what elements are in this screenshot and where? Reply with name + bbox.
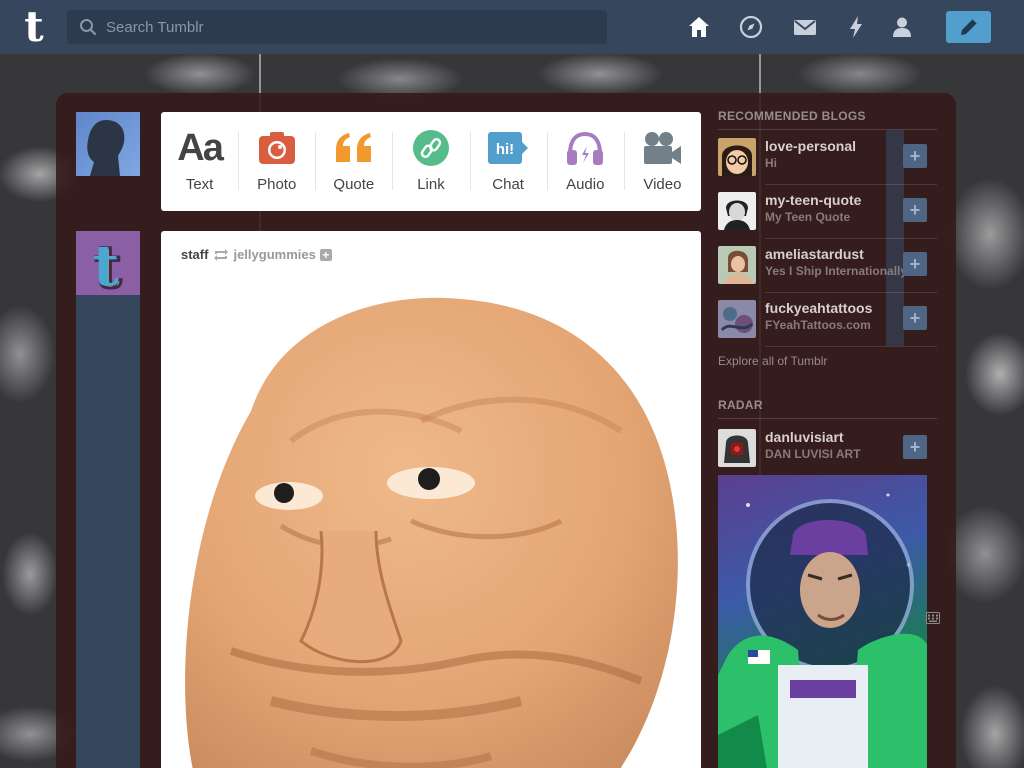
staff-avatar[interactable]: t t bbox=[76, 231, 140, 295]
recommended-blogs-title: RECOMMENDED BLOGS bbox=[718, 109, 866, 123]
post-type-label: Audio bbox=[566, 176, 605, 193]
post-type-label: Video bbox=[643, 176, 682, 193]
search-box[interactable] bbox=[67, 10, 607, 44]
blog-name[interactable]: fuckyeahtattoos bbox=[765, 300, 872, 316]
post-photo[interactable] bbox=[161, 281, 701, 768]
follow-button[interactable]: + bbox=[903, 198, 927, 222]
blog-avatar-image bbox=[718, 192, 756, 230]
blog-avatar-image bbox=[718, 246, 756, 284]
video-camera-icon bbox=[644, 132, 682, 164]
radar-post-image[interactable] bbox=[718, 475, 927, 768]
blog-avatar-image bbox=[718, 300, 756, 338]
follow-button[interactable]: + bbox=[903, 252, 927, 276]
post-type-label: Link bbox=[417, 176, 445, 193]
post-type-link[interactable]: Link bbox=[392, 112, 469, 211]
blog-avatar[interactable] bbox=[718, 192, 756, 230]
tumblr-t-icon: t t bbox=[93, 232, 123, 296]
blog-avatar[interactable] bbox=[718, 138, 756, 176]
blog-description: Yes I Ship Internationally bbox=[765, 264, 905, 278]
post-type-label: Quote bbox=[333, 176, 375, 193]
blog-avatar[interactable] bbox=[718, 429, 756, 467]
post-type-label: Text bbox=[185, 176, 214, 193]
svg-text:t: t bbox=[93, 233, 119, 295]
follow-button[interactable]: + bbox=[903, 306, 927, 330]
astronaut-artwork bbox=[718, 493, 927, 768]
pencil-icon bbox=[960, 18, 977, 35]
blog-description: FYeahTattoos.com bbox=[765, 318, 871, 332]
camera-icon bbox=[258, 132, 295, 164]
post-type-quote[interactable]: Quote bbox=[315, 112, 392, 211]
blog-name[interactable]: danluvisiart bbox=[765, 429, 844, 445]
headphones-icon bbox=[567, 131, 604, 165]
post-type-audio[interactable]: Audio bbox=[546, 112, 624, 211]
explore-link[interactable]: Explore all of Tumblr bbox=[718, 354, 827, 368]
blog-avatar-image bbox=[718, 429, 756, 467]
blog-name[interactable]: my-teen-quote bbox=[765, 192, 861, 208]
post-type-photo[interactable]: Photo bbox=[238, 112, 315, 211]
post-type-chat[interactable]: hi! Chat bbox=[469, 112, 547, 211]
radar-title: RADAR bbox=[718, 398, 763, 412]
recommended-blog-row[interactable]: fuckyeahtattoos FYeahTattoos.com + bbox=[718, 292, 937, 346]
blog-description: Hi bbox=[765, 156, 777, 170]
post-avatar-stem bbox=[76, 295, 140, 768]
keyboard-shortcuts-icon[interactable] bbox=[926, 612, 940, 624]
text-icon: Aa bbox=[177, 127, 224, 169]
account-icon[interactable] bbox=[889, 14, 915, 40]
recommended-blog-row[interactable]: ameliastardust Yes I Ship Internationall… bbox=[718, 238, 937, 292]
recommended-blog-row[interactable]: love-personal Hi + bbox=[718, 130, 937, 184]
follow-button[interactable]: + bbox=[903, 144, 927, 168]
default-avatar-silhouette bbox=[87, 120, 125, 176]
top-bar: t bbox=[0, 0, 1024, 54]
search-input[interactable] bbox=[106, 18, 586, 36]
post-type-label: Photo bbox=[257, 176, 297, 193]
radar-blog-row[interactable]: danluvisiart DAN LUVISI ART + bbox=[718, 421, 937, 475]
chat-icon: hi! bbox=[488, 132, 529, 164]
compose-button[interactable] bbox=[946, 11, 991, 43]
post-type-video[interactable]: Video bbox=[623, 112, 701, 211]
activity-icon[interactable] bbox=[843, 14, 869, 40]
post-type-label: Chat bbox=[492, 176, 524, 193]
row-divider bbox=[765, 346, 937, 347]
quote-icon bbox=[335, 133, 371, 162]
tumblr-logo[interactable]: t bbox=[14, 6, 54, 48]
user-avatar[interactable] bbox=[76, 112, 140, 176]
blog-name[interactable]: love-personal bbox=[765, 138, 856, 154]
post-source-link[interactable]: jellygummies bbox=[233, 247, 315, 262]
post-author-link[interactable]: staff bbox=[181, 247, 208, 262]
blog-description: DAN LUVISI ART bbox=[765, 447, 861, 461]
inbox-icon[interactable] bbox=[792, 14, 818, 40]
blog-name[interactable]: ameliastardust bbox=[765, 246, 864, 262]
follow-button[interactable]: + bbox=[903, 435, 927, 459]
post-type-bar: Aa Text Photo Quote Link hi! Chat Audio … bbox=[161, 112, 701, 211]
follow-source-icon[interactable]: + bbox=[319, 248, 332, 261]
blog-avatar[interactable] bbox=[718, 300, 756, 338]
link-icon bbox=[412, 130, 449, 166]
section-divider bbox=[718, 418, 937, 419]
blog-description: My Teen Quote bbox=[765, 210, 851, 224]
post-header: staff jellygummies + bbox=[181, 247, 332, 262]
reblog-icon bbox=[214, 248, 229, 261]
blog-avatar-image bbox=[718, 138, 756, 176]
post-type-text[interactable]: Aa Text bbox=[161, 112, 238, 211]
dashboard-post: staff jellygummies + bbox=[161, 231, 701, 768]
recommended-blog-row[interactable]: my-teen-quote My Teen Quote + bbox=[718, 184, 937, 238]
search-icon bbox=[80, 19, 97, 36]
blog-avatar[interactable] bbox=[718, 246, 756, 284]
svg-text:hi!: hi! bbox=[496, 141, 514, 158]
home-icon[interactable] bbox=[686, 14, 712, 40]
explore-icon[interactable] bbox=[738, 14, 764, 40]
